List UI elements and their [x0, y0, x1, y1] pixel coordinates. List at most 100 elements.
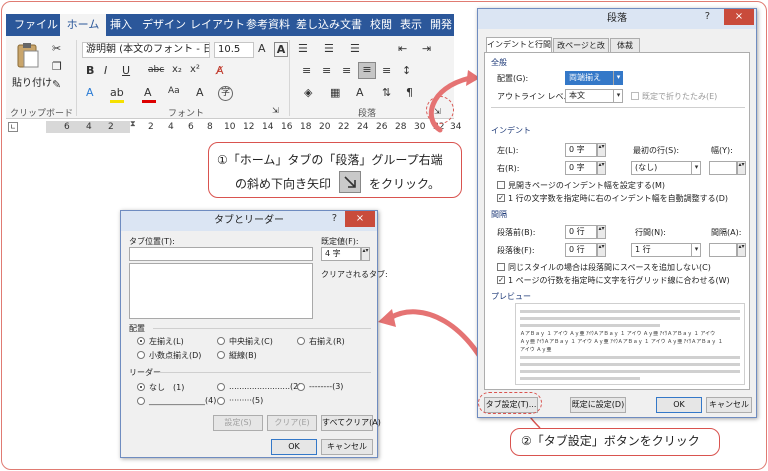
- tab-stop-label: タブ位置(T):: [129, 237, 175, 246]
- leader-none-radio[interactable]: [137, 383, 145, 391]
- after-input[interactable]: 0 行: [565, 243, 597, 257]
- tab-line-page-breaks[interactable]: 改ページと改行: [553, 38, 609, 63]
- preview-sample-3: アイウ Ａｙ亜: [520, 347, 552, 353]
- alignment-label: 配置(G):: [497, 74, 529, 83]
- default-stop-label: 既定値(F):: [321, 237, 359, 246]
- cancel-button[interactable]: キャンセル: [706, 397, 752, 413]
- chevron-down-icon[interactable]: ▾: [691, 161, 701, 175]
- align-decimal-radio[interactable]: [137, 351, 145, 359]
- general-section-label: 全般: [491, 58, 507, 67]
- line-spacing-label: 行間(N):: [635, 228, 666, 237]
- close-button[interactable]: ×: [724, 9, 754, 25]
- leader-none-label: なし (1): [149, 383, 185, 392]
- align-bar-label: 縦線(B): [229, 351, 257, 360]
- indent-section-label: インデント: [491, 126, 531, 135]
- chevron-down-icon[interactable]: ▾: [691, 243, 701, 257]
- width-label: 幅(Y):: [711, 146, 733, 155]
- first-line-label: 最初の行(S):: [633, 146, 680, 155]
- leader-underline-radio[interactable]: [137, 397, 145, 405]
- align-center-label: 中央揃え(C): [229, 337, 273, 346]
- leader-dash-radio[interactable]: [297, 383, 305, 391]
- ok-button[interactable]: OK: [271, 439, 317, 455]
- divider: [159, 372, 371, 373]
- tabs-dialog-title: タブとリーダー: [121, 211, 377, 231]
- tabs-button-highlight: [478, 392, 542, 414]
- align-decimal-label: 小数点揃え(D): [149, 351, 202, 360]
- cancel-button[interactable]: キャンセル: [321, 439, 373, 455]
- step2-callout: ②「タブ設定」ボタンをクリック: [510, 428, 720, 456]
- collapsed-label: 既定で折りたたみ(E): [642, 92, 718, 101]
- right-indent-label: 右(R):: [497, 164, 520, 173]
- default-stop-spinner[interactable]: ▴▾: [361, 247, 370, 261]
- width-spinner[interactable]: ▴▾: [737, 161, 746, 175]
- leader-dots-label: ........................(2): [229, 382, 302, 391]
- leader-dash-label: --------(3): [309, 382, 344, 391]
- mirror-indent-checkbox[interactable]: [497, 181, 505, 189]
- at-spinner[interactable]: ▴▾: [737, 243, 746, 257]
- default-stop-input[interactable]: 4 字: [321, 247, 361, 261]
- preview-line: [520, 377, 640, 380]
- align-right-radio[interactable]: [297, 337, 305, 345]
- divider: [491, 107, 745, 108]
- after-spinner[interactable]: ▴▾: [597, 243, 606, 257]
- collapsed-checkbox[interactable]: [631, 92, 639, 100]
- help-button[interactable]: ?: [332, 213, 337, 224]
- tab-stop-input[interactable]: [129, 247, 313, 261]
- after-label: 段落後(F):: [497, 246, 535, 255]
- leader-section-label: リーダー: [129, 368, 161, 377]
- mirror-indent-label: 見開きページのインデント幅を設定する(M): [508, 181, 665, 190]
- leader-dots-radio[interactable]: [217, 383, 225, 391]
- alignment-section-label: 配置: [129, 324, 145, 333]
- auto-indent-checkbox[interactable]: ✓: [497, 194, 505, 202]
- before-label: 段落前(B):: [497, 228, 536, 237]
- align-center-radio[interactable]: [217, 337, 225, 345]
- same-style-checkbox[interactable]: [497, 263, 505, 271]
- align-bar-radio[interactable]: [217, 351, 225, 359]
- leader-middot-radio[interactable]: [217, 397, 225, 405]
- preview-section-label: プレビュー: [491, 292, 531, 301]
- chevron-down-icon[interactable]: ▾: [613, 71, 623, 85]
- preview-box: ＡアＢａｙ １ アイウ Ａｙ亜 ｱｲｳＡアＢａｙ １ アイウ Ａｙ亜 ｱｲｳＡア…: [515, 303, 745, 385]
- before-input[interactable]: 0 行: [565, 225, 597, 239]
- spacing-section-label: 間隔: [491, 210, 507, 219]
- tab-indent-spacing[interactable]: インデントと行間隔: [486, 37, 552, 62]
- cleared-tabs-label: クリアされるタブ:: [321, 270, 388, 279]
- left-indent-input[interactable]: 0 字: [565, 143, 597, 157]
- tab-stop-list[interactable]: [129, 263, 313, 319]
- right-indent-input[interactable]: 0 字: [565, 161, 597, 175]
- same-style-label: 同じスタイルの場合は段落間にスペースを追加しない(C): [508, 263, 711, 272]
- preview-line: [520, 317, 740, 320]
- preview-sample-2: Ａｙ亜 ｱｲｳＡアＢａｙ １ アイウ Ａｙ亜 ｱｲｳＡアＢａｙ １ アイウ Ａｙ…: [520, 339, 723, 345]
- preview-line: [520, 370, 740, 373]
- paragraph-dialog: 段落 ? × インデントと行間隔 改ページと改行 体裁 全般 配置(G): 両端…: [477, 8, 757, 418]
- paragraph-dialog-title: 段落: [478, 9, 756, 29]
- close-button[interactable]: ×: [345, 211, 375, 227]
- before-spinner[interactable]: ▴▾: [597, 225, 606, 239]
- right-indent-spinner[interactable]: ▴▾: [597, 161, 606, 175]
- at-input[interactable]: [709, 243, 737, 257]
- tab-panel: 全般 配置(G): 両端揃え ▾ アウトライン レベル(O): 本文 ▾ 既定で…: [484, 52, 750, 390]
- grid-label: 1 ページの行数を指定時に文字を行グリッド線に合わせる(W): [508, 276, 730, 285]
- left-indent-label: 左(L):: [497, 146, 519, 155]
- leader-middot-label: ·········(5): [229, 396, 264, 405]
- align-left-label: 左揃え(L): [149, 337, 184, 346]
- set-default-button[interactable]: 既定に設定(D): [570, 397, 626, 413]
- leader-underline-label: ______________(4): [149, 396, 217, 405]
- clear-button[interactable]: クリア(E): [267, 415, 317, 431]
- set-button[interactable]: 設定(S): [213, 415, 263, 431]
- grid-checkbox[interactable]: ✓: [497, 276, 505, 284]
- left-indent-spinner[interactable]: ▴▾: [597, 143, 606, 157]
- at-label: 間隔(A):: [711, 228, 742, 237]
- help-button[interactable]: ?: [705, 11, 710, 22]
- width-input[interactable]: [709, 161, 737, 175]
- clear-all-button[interactable]: すべてクリア(A): [321, 415, 381, 431]
- ok-button[interactable]: OK: [656, 397, 702, 413]
- tab-asian-typography[interactable]: 体裁: [610, 38, 640, 52]
- tabs-dialog: タブとリーダー ? × タブ位置(T): 既定値(F): 4 字 ▴▾ クリアさ…: [120, 210, 388, 458]
- auto-indent-label: 1 行の文字数を指定時に右のインデント幅を自動調整する(D): [508, 194, 729, 203]
- chevron-down-icon[interactable]: ▾: [613, 89, 623, 103]
- align-left-radio[interactable]: [137, 337, 145, 345]
- preview-line: [520, 356, 740, 359]
- divider: [153, 328, 371, 329]
- preview-line: [520, 324, 660, 327]
